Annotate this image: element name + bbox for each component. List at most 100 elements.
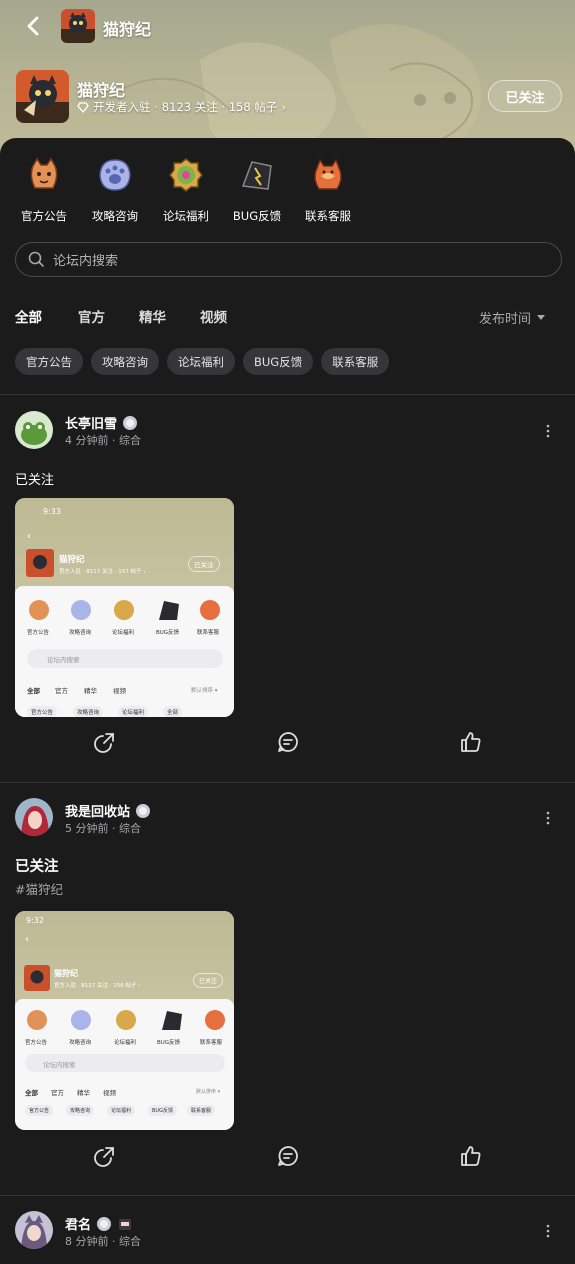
mini-tab: 官方 xyxy=(51,1089,64,1097)
chip-guide[interactable]: 攻略咨询 xyxy=(91,348,159,375)
mini-meta: 官方入驻 · 8117 关注 · 156 帖子 › xyxy=(54,983,141,989)
chip-official[interactable]: 官方公告 xyxy=(15,348,83,375)
forum-panel: 官方公告 攻略咨询 论坛福利 BUG反馈 联系客服 论坛内搜索 全部 官方 精华… xyxy=(0,138,575,1264)
post-tag[interactable]: #猫狩纪 xyxy=(15,879,63,898)
mini-cat: 攻略咨询 xyxy=(69,630,92,636)
fish-cat-icon xyxy=(314,158,342,190)
mini-follow: 已关注 xyxy=(188,556,220,572)
category-label: 官方公告 xyxy=(21,209,67,223)
mini-sort: 默认排序 ▾ xyxy=(191,688,218,694)
category-service[interactable]: 联系客服 xyxy=(293,156,363,224)
sort-label: 发布时间 xyxy=(479,312,532,327)
game-name: 猫狩纪 xyxy=(77,81,126,100)
comment-icon[interactable] xyxy=(276,1144,300,1168)
mini-cat-icons xyxy=(29,600,220,620)
mini-tab: 全部 xyxy=(25,1089,38,1097)
chip-welfare[interactable]: 论坛福利 xyxy=(167,348,235,375)
mini-cat: 官方公告 xyxy=(27,630,50,636)
mini-search-text: 论坛内搜索 xyxy=(47,656,80,664)
forum-page: 猫狩纪 猫狩纪 开发者入驻 · 8123 关注 · 158 帖子 › 已关注 官… xyxy=(0,0,575,1264)
post-image[interactable]: 9:32 ‹ 猫狩纪 官方入驻 · 8117 关注 · 156 帖子 › 已关注… xyxy=(15,911,234,1130)
sort-dropdown[interactable]: 发布时间 xyxy=(479,308,546,327)
chip-service[interactable]: 联系客服 xyxy=(321,348,390,375)
post-username[interactable]: 君名 xyxy=(65,1214,133,1233)
mini-tab: 官方 xyxy=(55,687,68,695)
crystal-icon xyxy=(241,161,272,190)
more-options-icon[interactable] xyxy=(541,811,555,825)
avatar[interactable] xyxy=(15,798,53,836)
divider xyxy=(0,394,575,395)
mini-sort: 默认排序 ▾ xyxy=(196,1089,221,1095)
ginger-cat-icon xyxy=(30,157,58,189)
share-icon[interactable] xyxy=(93,730,117,754)
category-guide[interactable]: 攻略咨询 xyxy=(80,156,150,224)
level-badge-icon xyxy=(123,415,138,430)
tab-all[interactable]: 全部 xyxy=(15,306,42,329)
follow-button[interactable]: 已关注 xyxy=(488,80,562,112)
page-title: 猫狩纪 xyxy=(103,20,152,39)
post-text: 已关注 xyxy=(15,859,59,875)
paw-icon xyxy=(99,159,131,191)
mini-tab: 视频 xyxy=(113,687,126,695)
game-meta[interactable]: 开发者入驻 · 8123 关注 · 158 帖子 › xyxy=(77,99,286,115)
mini-tab: 精华 xyxy=(84,687,97,695)
mini-back-icon: ‹ xyxy=(25,934,29,945)
mini-chip: 攻略咨询 xyxy=(66,1105,95,1116)
username-text: 长亭旧雪 xyxy=(65,417,118,432)
tab-official[interactable]: 官方 xyxy=(78,306,105,326)
mini-chip: 官方公告 xyxy=(27,706,58,717)
mini-chip: 全部 xyxy=(163,706,183,717)
category-label: 论坛福利 xyxy=(163,209,209,223)
level-badge-icon xyxy=(97,1216,112,1231)
tab-featured[interactable]: 精华 xyxy=(139,306,166,326)
like-icon[interactable] xyxy=(459,1144,483,1168)
game-logo-icon[interactable] xyxy=(16,70,69,123)
more-options-icon[interactable] xyxy=(541,424,555,438)
mini-banner xyxy=(15,911,234,1006)
back-icon[interactable] xyxy=(22,14,46,38)
category-welfare[interactable]: 论坛福利 xyxy=(151,156,221,224)
mini-chip: 论坛福利 xyxy=(107,1105,136,1116)
category-official[interactable]: 官方公告 xyxy=(9,156,79,224)
post-time: 5 分钟前 · 综合 xyxy=(65,822,141,835)
post-time: 8 分钟前 · 综合 xyxy=(65,1235,141,1248)
share-icon[interactable] xyxy=(93,1144,117,1168)
mini-logo-icon xyxy=(26,549,54,577)
chevron-right-icon: › xyxy=(281,100,286,114)
search-input[interactable]: 论坛内搜索 xyxy=(15,242,562,277)
mini-cat-icons xyxy=(27,1010,225,1030)
comment-icon[interactable] xyxy=(276,730,300,754)
mini-cat: 联系客服 xyxy=(200,1040,223,1046)
mini-status-time: 9:33 xyxy=(43,507,61,516)
mini-tab: 视频 xyxy=(103,1089,116,1097)
tab-video[interactable]: 视频 xyxy=(200,306,227,326)
mini-cat: 论坛福利 xyxy=(112,630,135,636)
post-image[interactable]: 9:33 ‹ 猫狩纪 官方入驻 · 8117 关注 · 157 帖子 › 已关注… xyxy=(15,498,234,717)
chip-bug[interactable]: BUG反馈 xyxy=(243,348,314,375)
developer-badge: 开发者入驻 xyxy=(93,100,151,114)
category-label: 攻略咨询 xyxy=(92,209,138,223)
post-username[interactable]: 长亭旧雪 xyxy=(65,413,138,432)
mini-cat: 联系客服 xyxy=(197,630,220,636)
post-username[interactable]: 我是回收站 xyxy=(65,801,151,820)
category-bug[interactable]: BUG反馈 xyxy=(222,156,292,224)
mini-chip: BUG反馈 xyxy=(148,1105,177,1116)
mini-tab: 全部 xyxy=(27,687,40,695)
username-text: 我是回收站 xyxy=(65,805,131,820)
mini-status-time: 9:32 xyxy=(26,916,44,925)
post-text: 已关注 xyxy=(15,473,55,488)
avatar[interactable] xyxy=(15,411,53,449)
mini-follow: 已关注 xyxy=(193,973,224,988)
mini-tab: 精华 xyxy=(77,1089,90,1097)
category-label: 联系客服 xyxy=(305,209,351,223)
mini-logo-icon xyxy=(24,965,50,991)
mini-chip: 论坛福利 xyxy=(118,706,149,717)
more-options-icon[interactable] xyxy=(541,1224,555,1238)
like-icon[interactable] xyxy=(459,730,483,754)
avatar[interactable] xyxy=(15,1211,53,1249)
mini-cat: 官方公告 xyxy=(25,1040,48,1046)
forum-stats: · 8123 关注 · 158 帖子 xyxy=(154,100,278,114)
username-text: 君名 xyxy=(65,1218,92,1233)
mini-cat: 论坛福利 xyxy=(114,1040,137,1046)
divider xyxy=(0,782,575,783)
